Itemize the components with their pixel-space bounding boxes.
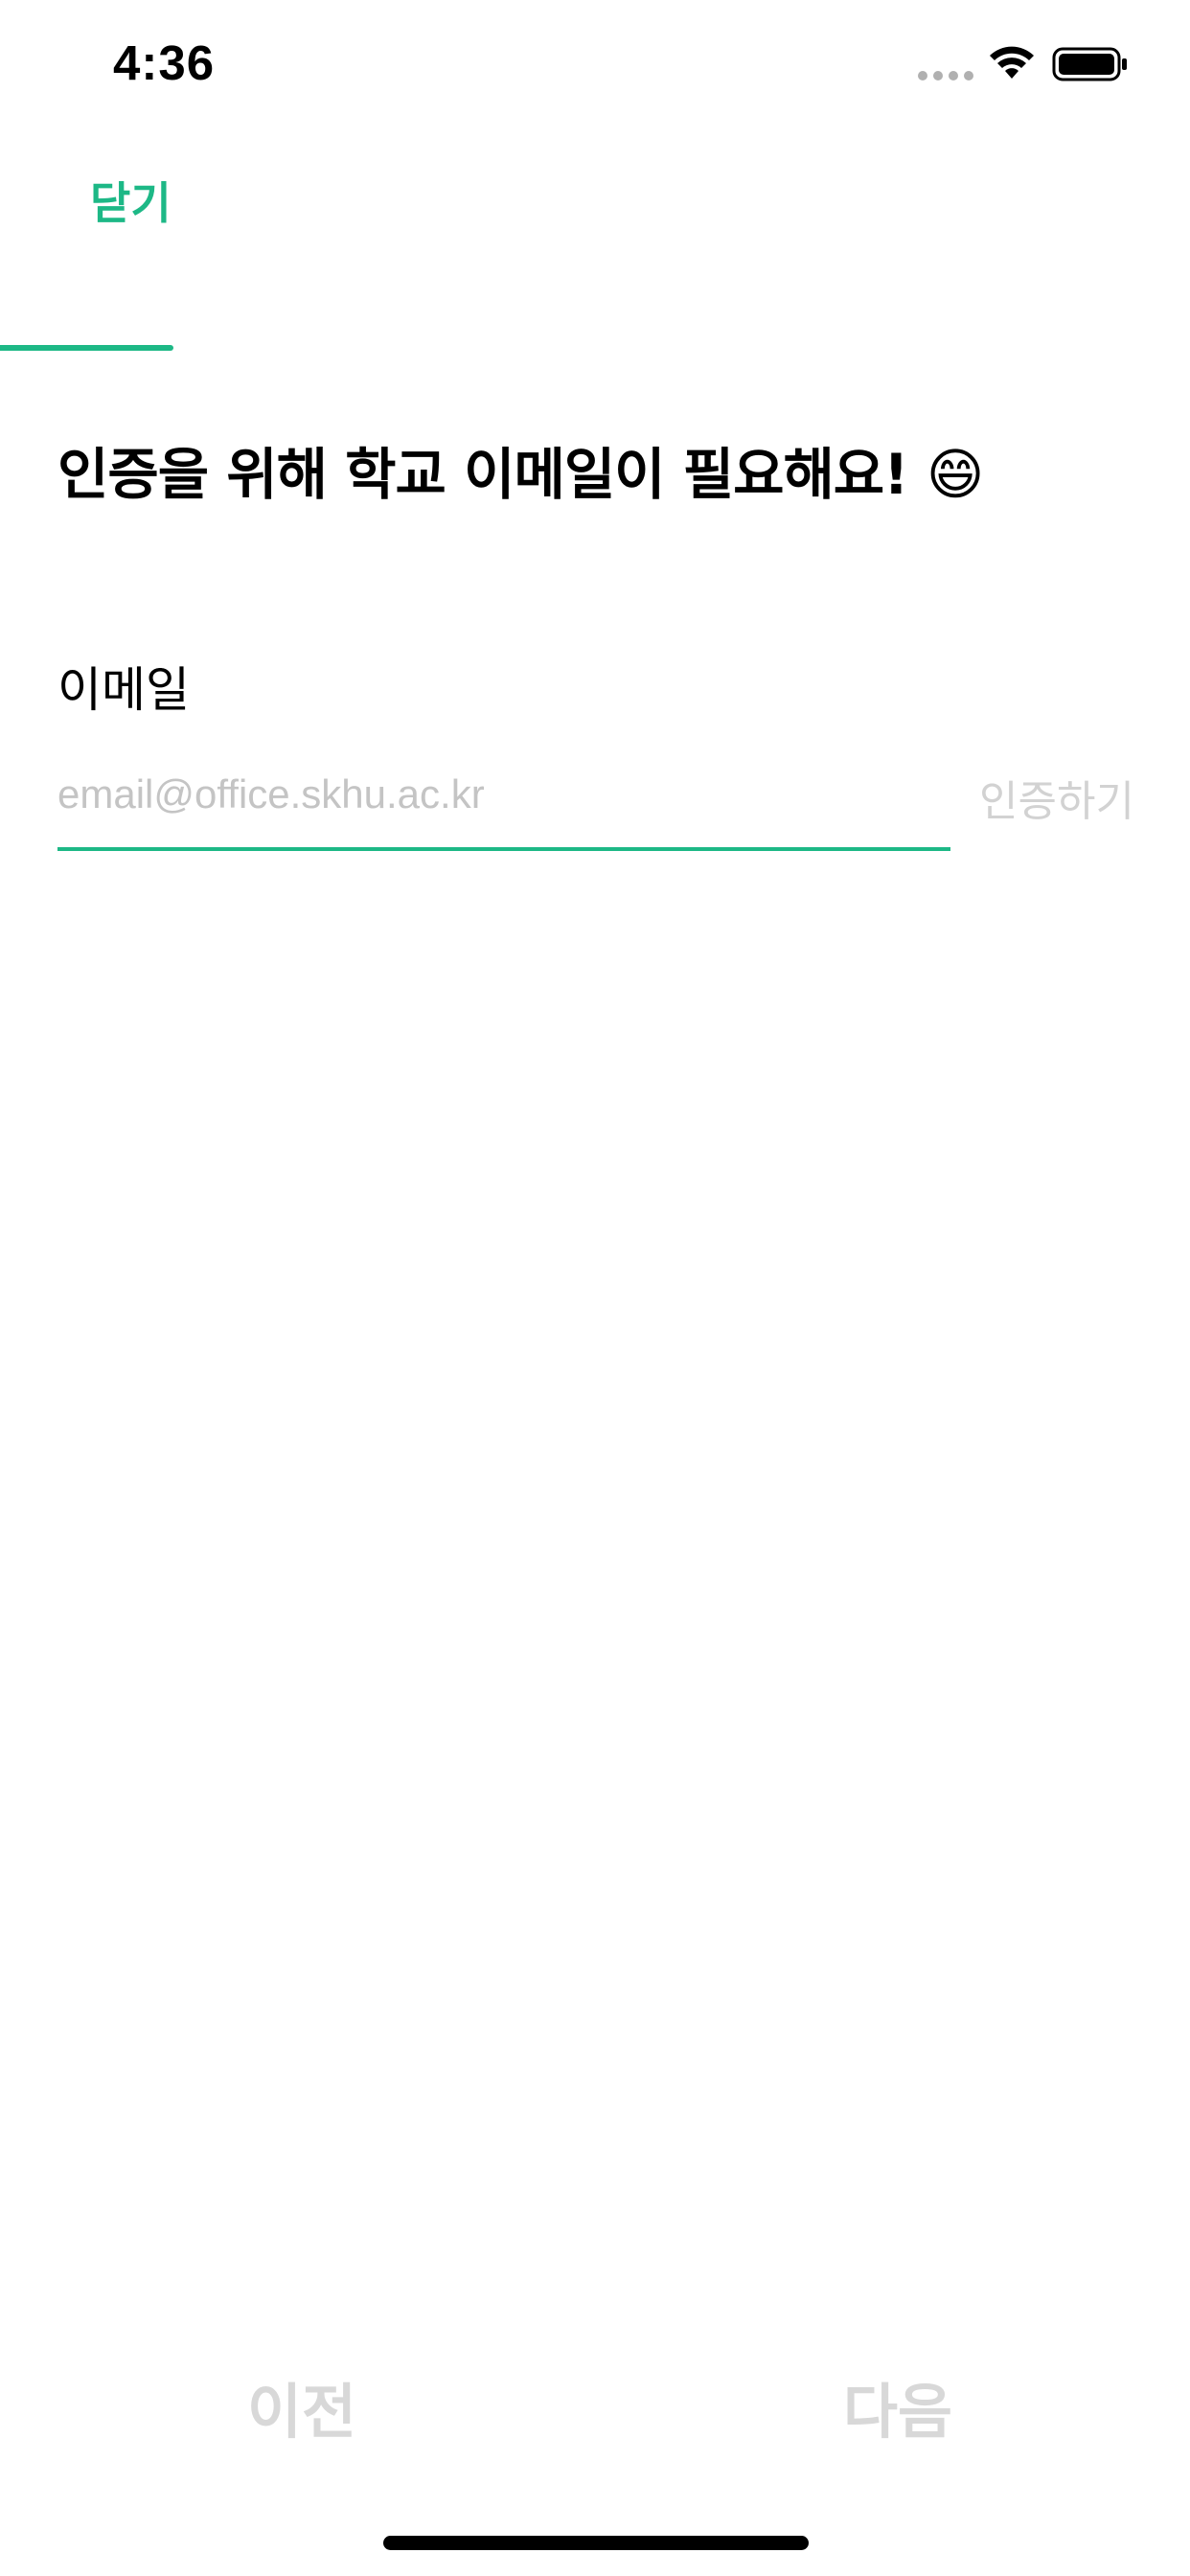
verify-button[interactable]: 인증하기 xyxy=(979,767,1134,828)
email-field-underline xyxy=(57,847,950,851)
battery-icon xyxy=(1052,47,1127,81)
progress-bar xyxy=(0,345,1190,351)
email-field[interactable] xyxy=(57,763,949,826)
progress-fill xyxy=(0,345,174,351)
status-time: 4:36 xyxy=(113,35,216,90)
wifi-icon xyxy=(990,46,1034,79)
next-button[interactable]: 다음 xyxy=(843,2363,952,2450)
close-button[interactable]: 닫기 xyxy=(90,169,172,232)
page-title: 인증을 위해 학교 이메일이 필요해요! 😄 xyxy=(57,442,984,507)
previous-button[interactable]: 이전 xyxy=(247,2363,356,2450)
status-bar: 4:36 xyxy=(0,0,1190,126)
cellular-signal-icon xyxy=(918,71,973,80)
home-indicator[interactable] xyxy=(383,2536,809,2550)
email-label: 이메일 xyxy=(57,662,190,718)
